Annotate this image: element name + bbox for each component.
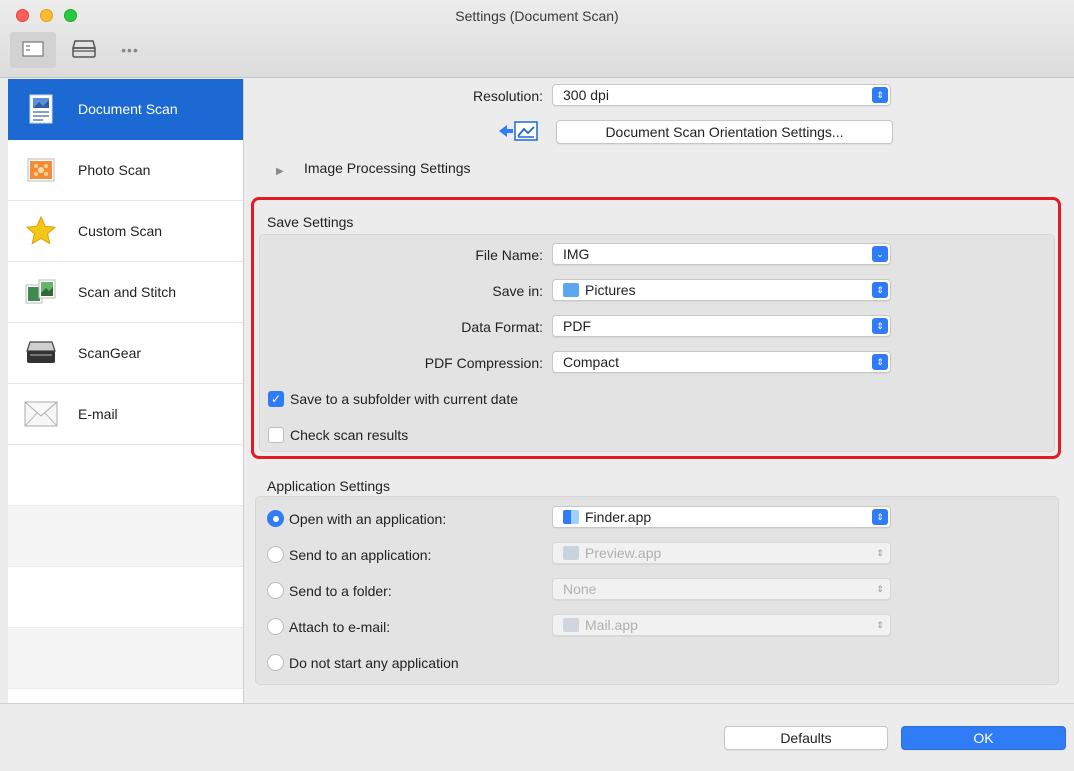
radio-send-to-folder[interactable]: Send to a folder:: [267, 582, 392, 599]
more-icon: •••: [121, 42, 139, 58]
checkbox-empty-icon: [268, 427, 284, 443]
checkmark-icon: ✓: [268, 391, 284, 407]
folder-icon: [563, 283, 579, 297]
image-processing-disclosure[interactable]: Image Processing Settings: [304, 160, 471, 176]
sidebar-item-photo-scan[interactable]: Photo Scan: [8, 140, 243, 201]
pdf-compression-value: Compact: [563, 354, 620, 370]
settings-panel: Resolution: 300 dpi ⇕ Document Scan Orie…: [245, 79, 1074, 703]
sidebar-item-scan-and-stitch[interactable]: Scan and Stitch: [8, 262, 243, 323]
toolbar-scanner-button[interactable]: [64, 32, 104, 68]
data-format-value: PDF: [563, 318, 591, 334]
send-to-app-value: Preview.app: [585, 545, 662, 561]
file-name-label: File Name:: [475, 247, 543, 263]
save-settings-group: [259, 234, 1055, 452]
sidebar-item-custom-scan[interactable]: Custom Scan: [8, 201, 243, 262]
save-settings-title: Save Settings: [267, 214, 354, 230]
open-with-value: Finder.app: [585, 509, 652, 525]
send-to-folder-select: None ⇕: [552, 578, 891, 600]
window-title: Settings (Document Scan): [455, 8, 619, 24]
title-bar: Settings (Document Scan) •••: [0, 0, 1074, 78]
send-to-folder-value: None: [563, 581, 597, 597]
preview-icon: [563, 546, 579, 560]
save-in-select[interactable]: Pictures ⇕: [552, 279, 891, 301]
ok-button[interactable]: OK: [901, 726, 1066, 750]
sidebar: Document Scan Photo Scan Custom Scan Sca…: [8, 79, 244, 703]
stepper-icon: ⇕: [872, 354, 888, 370]
pdf-compression-label: PDF Compression:: [424, 355, 543, 371]
attach-to-email-select: Mail.app ⇕: [552, 614, 891, 636]
envelope-icon: [24, 397, 58, 431]
radio-unselected-icon: [267, 654, 284, 671]
document-scan-icon: [24, 92, 58, 126]
chevron-down-icon: ⌄: [872, 246, 888, 262]
mail-icon: [563, 618, 579, 632]
stepper-icon: ⇕: [872, 282, 888, 298]
attach-to-email-value: Mail.app: [585, 617, 638, 633]
sidebar-empty-row: [8, 567, 243, 628]
sidebar-item-label: E-mail: [78, 406, 118, 422]
resolution-value: 300 dpi: [563, 87, 609, 103]
radio-unselected-icon: [267, 582, 284, 599]
toolbar-more-button[interactable]: •••: [110, 32, 150, 68]
defaults-button[interactable]: Defaults: [724, 726, 888, 750]
radio-open-with-application[interactable]: Open with an application:: [267, 510, 446, 527]
sidebar-empty-row: [8, 445, 243, 506]
data-format-select[interactable]: PDF ⇕: [552, 315, 891, 337]
subfolder-label: Save to a subfolder with current date: [290, 391, 519, 407]
stepper-icon: ⇕: [872, 318, 888, 334]
check-results-checkbox[interactable]: Check scan results: [268, 427, 408, 443]
toolbar-document-settings-button[interactable]: [10, 32, 56, 68]
footer-bar: Defaults OK: [0, 703, 1074, 771]
radio-do-not-start-application[interactable]: Do not start any application: [267, 654, 459, 671]
sidebar-item-label: Photo Scan: [78, 162, 151, 178]
scan-stitch-icon: [24, 275, 58, 309]
pdf-compression-select[interactable]: Compact ⇕: [552, 351, 891, 373]
save-in-label: Save in:: [492, 283, 543, 299]
file-name-combobox[interactable]: IMG ⌄: [552, 243, 891, 265]
subfolder-checkbox[interactable]: ✓ Save to a subfolder with current date: [268, 391, 518, 407]
sidebar-item-scangear[interactable]: ScanGear: [8, 323, 243, 384]
resolution-select[interactable]: 300 dpi ⇕: [552, 84, 891, 106]
stepper-icon: ⇕: [876, 547, 884, 558]
finder-icon: [563, 510, 579, 524]
sidebar-item-label: Custom Scan: [78, 223, 163, 239]
scanner-icon: [24, 336, 58, 370]
star-icon: [24, 214, 58, 248]
open-with-application-select[interactable]: Finder.app ⇕: [552, 506, 891, 528]
scanner-icon: [71, 39, 97, 62]
sidebar-item-label: ScanGear: [78, 345, 142, 361]
radio-unselected-icon: [267, 546, 284, 563]
stepper-icon: ⇕: [872, 509, 888, 525]
orientation-settings-button[interactable]: Document Scan Orientation Settings...: [556, 120, 893, 144]
radio-label: Send to a folder:: [289, 582, 392, 599]
file-name-value: IMG: [563, 246, 590, 262]
radio-label: Send to an application:: [289, 546, 432, 563]
sidebar-item-document-scan[interactable]: Document Scan: [8, 79, 243, 140]
stepper-icon: ⇕: [876, 619, 884, 630]
sidebar-empty-row: [8, 506, 243, 567]
sidebar-item-label: Document Scan: [78, 101, 178, 117]
radio-unselected-icon: [267, 618, 284, 635]
orientation-icon: [497, 119, 541, 146]
stepper-icon: ⇕: [876, 583, 884, 594]
radio-label: Do not start any application: [289, 654, 459, 671]
stepper-icon: ⇕: [872, 87, 888, 103]
disclosure-triangle-icon[interactable]: ▶: [276, 166, 284, 177]
sidebar-empty-row: [8, 628, 243, 689]
sidebar-item-label: Scan and Stitch: [78, 284, 177, 300]
radio-send-to-application[interactable]: Send to an application:: [267, 546, 431, 563]
radio-selected-icon: [267, 510, 284, 527]
send-to-application-select: Preview.app ⇕: [552, 542, 891, 564]
radio-label: Attach to e-mail:: [289, 618, 391, 635]
sidebar-item-email[interactable]: E-mail: [8, 384, 243, 445]
radio-label: Open with an application:: [289, 510, 447, 527]
resolution-label: Resolution:: [472, 88, 543, 104]
data-format-label: Data Format:: [461, 319, 543, 335]
application-settings-title: Application Settings: [267, 478, 390, 494]
document-settings-icon: [22, 40, 44, 60]
radio-attach-to-email[interactable]: Attach to e-mail:: [267, 618, 390, 635]
save-in-value: Pictures: [585, 282, 636, 298]
check-results-label: Check scan results: [290, 427, 409, 443]
photo-scan-icon: [24, 153, 58, 187]
